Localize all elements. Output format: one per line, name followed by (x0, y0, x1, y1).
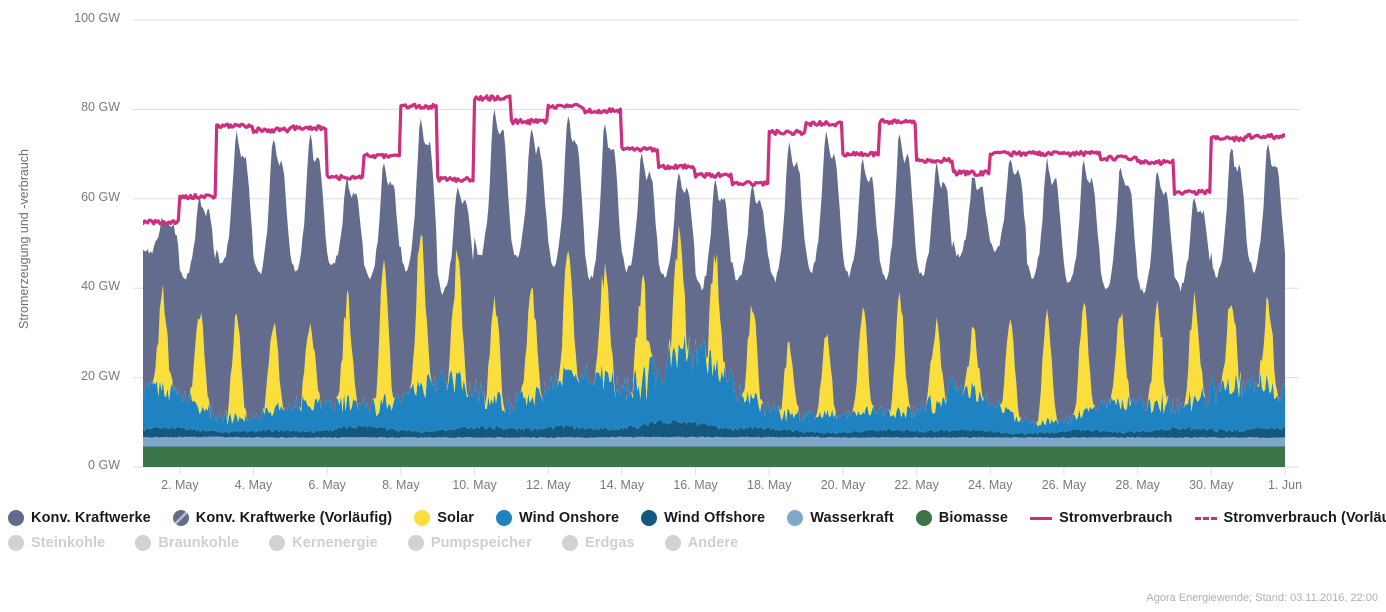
legend-label: Erdgas (585, 535, 635, 551)
legend-item-pumpspeicher[interactable]: Pumpspeicher (408, 535, 532, 551)
circle-swatch-icon (641, 510, 657, 526)
series-area-wak[interactable] (143, 437, 1285, 447)
line-swatch-icon (1030, 510, 1052, 526)
circle-swatch-icon (414, 510, 430, 526)
energy-stacked-area-chart[interactable]: Stromerzeugung und -verbrauch 100 GW80 G… (0, 0, 1386, 500)
legend-label: Konv. Kraftwerke (31, 510, 151, 526)
legend-label: Pumpspeicher (431, 535, 532, 551)
circle-swatch-icon (408, 535, 424, 551)
legend-item-steinkohle[interactable]: Steinkohle (8, 535, 105, 551)
chart-page: Stromerzeugung und -verbrauch 100 GW80 G… (0, 0, 1386, 612)
legend-item-wind-onshore[interactable]: Wind Onshore (496, 510, 619, 526)
legend-label: Biomasse (939, 510, 1008, 526)
legend-item-konv-kraftwerke[interactable]: Konv. Kraftwerke (8, 510, 151, 526)
circle-swatch-icon (135, 535, 151, 551)
y-tick-label: 20 GW (0, 369, 120, 383)
legend-label: Kernenergie (292, 535, 378, 551)
circle-swatch-icon (269, 535, 285, 551)
legend-item-erdgas[interactable]: Erdgas (562, 535, 635, 551)
legend-item-stromverbrauch[interactable]: Stromverbrauch (1030, 510, 1172, 526)
legend-item-stromverbrauch-vorl-ufig[interactable]: Stromverbrauch (Vorläufig) (1195, 510, 1386, 526)
y-tick-label: 80 GW (0, 100, 120, 114)
legend-label: Wasserkraft (810, 510, 894, 526)
chart-legend[interactable]: Konv. Kraftwerke Konv. Kraftwerke (Vorläu… (0, 505, 1386, 555)
legend-label: Stromverbrauch (Vorläufig) (1224, 510, 1386, 526)
legend-label: Wind Onshore (519, 510, 619, 526)
legend-label: Andere (688, 535, 739, 551)
legend-item-konv-kraftwerke-vorl-ufig[interactable]: Konv. Kraftwerke (Vorläufig) (173, 510, 392, 526)
series-layer (143, 109, 1285, 467)
circle-swatch-icon (496, 510, 512, 526)
x-tick-marks (180, 467, 1285, 475)
circle-swatch-icon (787, 510, 803, 526)
y-tick-label: 40 GW (0, 279, 120, 293)
circle-swatch-icon (916, 510, 932, 526)
legend-label: Konv. Kraftwerke (Vorläufig) (196, 510, 392, 526)
y-tick-label: 0 GW (0, 458, 120, 472)
legend-label: Stromverbrauch (1059, 510, 1172, 526)
legend-label: Steinkohle (31, 535, 105, 551)
legend-item-kernenergie[interactable]: Kernenergie (269, 535, 378, 551)
x-tick-label: 1. Jun (1235, 478, 1335, 492)
legend-label: Wind Offshore (664, 510, 765, 526)
legend-row-active-series[interactable]: Konv. Kraftwerke Konv. Kraftwerke (Vorläu… (0, 505, 1386, 531)
y-tick-label: 100 GW (0, 11, 120, 25)
circle-swatch-icon (8, 535, 24, 551)
y-tick-label: 60 GW (0, 190, 120, 204)
series-area-bio[interactable] (143, 446, 1285, 467)
legend-row-inactive-series[interactable]: Steinkohle Braunkohle Kernenergie Pumpspeic… (0, 531, 1386, 555)
legend-item-wind-offshore[interactable]: Wind Offshore (641, 510, 765, 526)
legend-item-solar[interactable]: Solar (414, 510, 474, 526)
attribution-text: Agora Energiewende; Stand: 03.11.2016, 2… (1146, 592, 1378, 604)
legend-item-biomasse[interactable]: Biomasse (916, 510, 1008, 526)
circle-swatch-icon (665, 535, 681, 551)
legend-item-wasserkraft[interactable]: Wasserkraft (787, 510, 894, 526)
circle-swatch-icon (8, 510, 24, 526)
line-dashed-swatch-icon (1195, 510, 1217, 526)
legend-item-braunkohle[interactable]: Braunkohle (135, 535, 239, 551)
circle-swatch-hatched-icon (173, 510, 189, 526)
legend-label: Braunkohle (158, 535, 239, 551)
legend-label: Solar (437, 510, 474, 526)
legend-item-andere[interactable]: Andere (665, 535, 739, 551)
plot-canvas (0, 0, 1386, 500)
circle-swatch-icon (562, 535, 578, 551)
